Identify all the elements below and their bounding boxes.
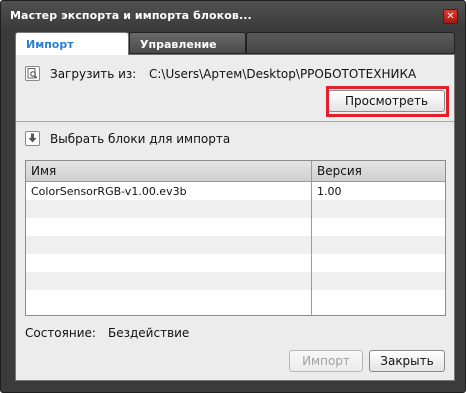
import-button[interactable]: Импорт (289, 350, 363, 372)
tab-bar: Импорт Управление (15, 32, 455, 55)
import-tab-content: Загрузить из: C:\Users\Артем\Desktop\РРО… (15, 54, 455, 381)
blocks-table: Имя Версия ColorSensorRGB-v1.00.ev3b 1.0… (25, 160, 446, 316)
table-row-empty (26, 272, 445, 290)
select-blocks-label: Выбрать блоки для импорта (50, 132, 231, 146)
select-panel: Выбрать блоки для импорта Имя Версия Col… (16, 126, 454, 380)
table-row-empty (26, 218, 445, 236)
table-header: Имя Версия (26, 161, 445, 182)
load-panel: Загрузить из: C:\Users\Артем\Desktop\РРО… (16, 55, 454, 122)
tab-import[interactable]: Импорт (15, 32, 129, 55)
column-header-version[interactable]: Версия (317, 164, 362, 178)
table-row-empty (26, 200, 445, 218)
import-export-dialog: Мастер экспорта и импорта блоков... ✕ Им… (0, 0, 466, 393)
close-button[interactable]: Закрыть (369, 350, 445, 372)
status-value: Бездействие (108, 326, 190, 340)
close-window-button[interactable]: ✕ (443, 9, 458, 24)
table-row-empty (26, 254, 445, 272)
load-path-value: C:\Users\Артем\Desktop\РРОБОТОТЕХНИКА (149, 67, 417, 81)
table-row-empty (26, 290, 445, 308)
import-arrow-icon (25, 131, 40, 146)
load-file-icon (25, 66, 40, 81)
column-divider[interactable] (311, 161, 312, 315)
tab-manage[interactable]: Управление (129, 32, 246, 54)
title-bar[interactable]: Мастер экспорта и импорта блоков... ✕ (1, 1, 465, 31)
table-row-empty (26, 236, 445, 254)
table-row[interactable]: ColorSensorRGB-v1.00.ev3b 1.00 (26, 182, 445, 200)
row-block-version: 1.00 (317, 185, 342, 198)
status-label: Состояние: (25, 326, 96, 340)
tab-bar-filler (246, 32, 455, 54)
column-header-name[interactable]: Имя (31, 164, 56, 178)
load-from-label: Загрузить из: (50, 67, 137, 81)
row-block-name: ColorSensorRGB-v1.00.ev3b (31, 185, 187, 198)
highlight-box (326, 86, 449, 117)
window-title: Мастер экспорта и импорта блоков... (10, 9, 252, 22)
